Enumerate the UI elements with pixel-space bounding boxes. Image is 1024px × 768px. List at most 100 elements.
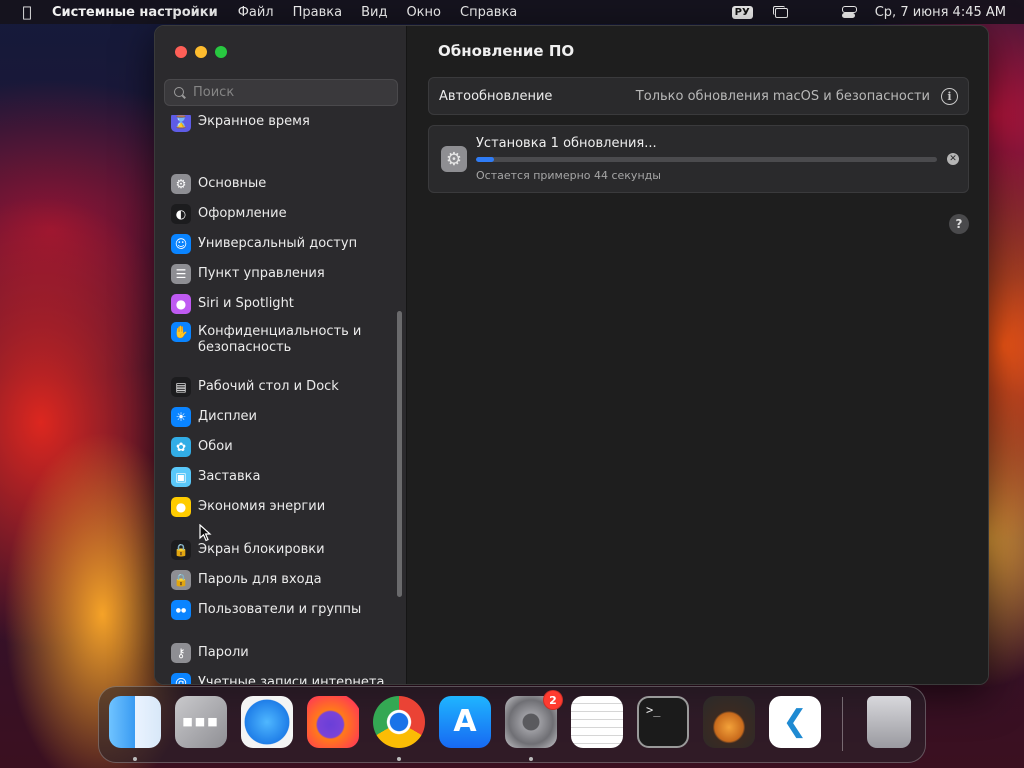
menu-bar:  Системные настройки Файл Правка Вид Ок… bbox=[0, 0, 1024, 72]
menu-help[interactable]: Справка bbox=[460, 5, 517, 20]
gear-icon: ⚙ bbox=[171, 174, 191, 194]
sidebar-item-sun[interactable]: ☀ Дисплеи bbox=[171, 407, 386, 427]
dock-separator bbox=[842, 697, 843, 751]
sidebar-item-dock[interactable]: ▤ Рабочий стол и Dock bbox=[171, 377, 386, 397]
sidebar-scrollbar[interactable] bbox=[397, 311, 402, 597]
launchpad-icon[interactable]: ■■■ bbox=[175, 696, 227, 748]
update-progress-card: ⚙ Установка 1 обновления... ✕ Остается п… bbox=[428, 125, 969, 193]
users-icon: ●● bbox=[171, 600, 191, 620]
dock-icon: ▤ bbox=[171, 377, 191, 397]
sidebar-item-label: Учетные записи интернета bbox=[198, 675, 385, 685]
info-icon[interactable]: i bbox=[941, 88, 958, 105]
sidebar-item-label: Конфиденциальность и безопасность bbox=[198, 324, 362, 355]
sidebar-list: ⌛ Экранное время ⚙ Основные ◐ Оформление ☺ Унив… bbox=[155, 115, 407, 685]
sidebar-item-key[interactable]: ⚷ Пароли bbox=[171, 643, 386, 663]
auto-update-row: Автообновление Только обновления macOS и… bbox=[428, 77, 969, 115]
minimize-window-button[interactable] bbox=[195, 46, 207, 58]
sidebar-item-padlock[interactable]: 🔒 Пароль для входа bbox=[171, 570, 386, 590]
sidebar-item-flower[interactable]: ✿ Обои bbox=[171, 437, 386, 457]
accessibility-icon: ☺ bbox=[171, 234, 191, 254]
search-field[interactable] bbox=[164, 79, 398, 106]
sidebar-item-label: Siri и Spotlight bbox=[198, 296, 294, 311]
sidebar-item-gear[interactable]: ⚙ Основные bbox=[171, 174, 386, 194]
sidebar-item-label: Рабочий стол и Dock bbox=[198, 379, 339, 394]
search-input[interactable] bbox=[193, 85, 393, 100]
trash-icon[interactable] bbox=[867, 696, 911, 748]
software-update-gear-icon: ⚙ bbox=[441, 146, 467, 172]
sidebar-item-at[interactable]: @ Учетные записи интернета bbox=[171, 673, 386, 685]
sidebar-item-label: Пункт управления bbox=[198, 266, 325, 281]
sidebar-item-label: Экономия энергии bbox=[198, 499, 326, 514]
sidebar-item-control-center[interactable]: ☰ Пункт управления bbox=[171, 264, 386, 284]
sidebar-item-appearance[interactable]: ◐ Оформление bbox=[171, 204, 386, 224]
window-controls bbox=[175, 46, 235, 58]
menu-window[interactable]: Окно bbox=[406, 5, 441, 20]
sidebar-item-label: Экранное время bbox=[198, 115, 310, 129]
apple-menu-icon[interactable]:  bbox=[18, 3, 36, 21]
system-settings-window: ⌛ Экранное время ⚙ Основные ◐ Оформление ☺ Унив… bbox=[154, 25, 989, 685]
menu-edit[interactable]: Правка bbox=[293, 5, 342, 20]
safari-icon[interactable] bbox=[241, 696, 293, 748]
sidebar-item-siri[interactable]: ● Siri и Spotlight bbox=[171, 294, 386, 314]
sidebar-item-label: Пользователи и группы bbox=[198, 602, 362, 617]
zoom-window-button[interactable] bbox=[215, 46, 227, 58]
garageband-icon[interactable] bbox=[703, 696, 755, 748]
cancel-update-button[interactable]: ✕ bbox=[947, 153, 959, 165]
vscode-icon[interactable]: ❮ bbox=[769, 696, 821, 748]
sidebar-item-lock[interactable]: 🔒 Экран блокировки bbox=[171, 540, 386, 560]
menu-clock[interactable]: Ср, 7 июня 4:45 AM bbox=[875, 5, 1006, 20]
lock-icon: 🔒 bbox=[171, 540, 191, 560]
siri-icon: ● bbox=[171, 294, 191, 314]
search-icon bbox=[173, 86, 187, 100]
finder-icon[interactable] bbox=[109, 696, 161, 748]
app-store-icon[interactable]: A bbox=[439, 696, 491, 748]
sidebar-item-screensaver[interactable]: ▣ Заставка bbox=[171, 467, 386, 487]
running-indicator bbox=[397, 757, 401, 761]
flower-icon: ✿ bbox=[171, 437, 191, 457]
sidebar-item-hand[interactable]: ✋ Конфиденциальность и безопасность bbox=[171, 322, 386, 356]
update-progress-bar bbox=[476, 157, 937, 162]
hourglass-icon: ⌛ bbox=[171, 115, 191, 132]
chrome-icon[interactable] bbox=[373, 696, 425, 748]
running-indicator bbox=[133, 757, 137, 761]
control-center-icon[interactable] bbox=[841, 5, 857, 19]
menu-view[interactable]: Вид bbox=[361, 5, 387, 20]
sidebar-item-label: Универсальный доступ bbox=[198, 236, 358, 251]
sidebar-item-label: Основные bbox=[198, 176, 267, 191]
key-icon: ⚷ bbox=[171, 643, 191, 663]
help-button[interactable]: ? bbox=[949, 214, 969, 234]
running-indicator bbox=[529, 757, 533, 761]
sidebar-item-label: Обои bbox=[198, 439, 233, 454]
screensaver-icon: ▣ bbox=[171, 467, 191, 487]
page-title: Обновление ПО bbox=[438, 42, 575, 60]
menu-file[interactable]: Файл bbox=[238, 5, 274, 20]
screen-mirroring-icon[interactable] bbox=[772, 5, 789, 19]
hand-icon: ✋ bbox=[171, 322, 191, 342]
system-settings-icon[interactable]: 2 bbox=[505, 690, 563, 748]
update-progress-fill bbox=[476, 157, 495, 162]
main-content: Обновление ПО Автообновление Только обно… bbox=[408, 26, 988, 684]
sidebar-item-label: Оформление bbox=[198, 206, 287, 221]
update-time-remaining: Остается примерно 44 секунды bbox=[476, 169, 661, 182]
sidebar-item-users[interactable]: ●● Пользователи и группы bbox=[171, 600, 386, 620]
auto-update-label: Автообновление bbox=[439, 88, 553, 104]
firefox-icon[interactable] bbox=[307, 696, 359, 748]
textedit-icon[interactable] bbox=[571, 696, 623, 748]
control-center-icon: ☰ bbox=[171, 264, 191, 284]
notification-badge: 2 bbox=[543, 690, 563, 710]
lightbulb-icon: ● bbox=[171, 497, 191, 517]
at-icon: @ bbox=[171, 673, 191, 684]
sidebar-item-lightbulb[interactable]: ● Экономия энергии bbox=[171, 497, 386, 517]
terminal-icon[interactable]: >_ bbox=[637, 696, 689, 748]
sidebar-item-label: Пароли bbox=[198, 645, 249, 660]
close-window-button[interactable] bbox=[175, 46, 187, 58]
sidebar: ⌛ Экранное время ⚙ Основные ◐ Оформление ☺ Унив… bbox=[155, 26, 407, 684]
sidebar-item-label: Пароль для входа bbox=[198, 572, 322, 587]
sidebar-item-hourglass[interactable]: ⌛ Экранное время bbox=[171, 115, 386, 132]
sidebar-item-accessibility[interactable]: ☺ Универсальный доступ bbox=[171, 234, 386, 254]
mouse-cursor-icon bbox=[199, 524, 212, 542]
menu-app-name[interactable]: Системные настройки bbox=[52, 5, 218, 20]
input-source-indicator[interactable]: РУ bbox=[731, 5, 753, 19]
appearance-icon: ◐ bbox=[171, 204, 191, 224]
update-title: Установка 1 обновления... bbox=[476, 136, 657, 151]
